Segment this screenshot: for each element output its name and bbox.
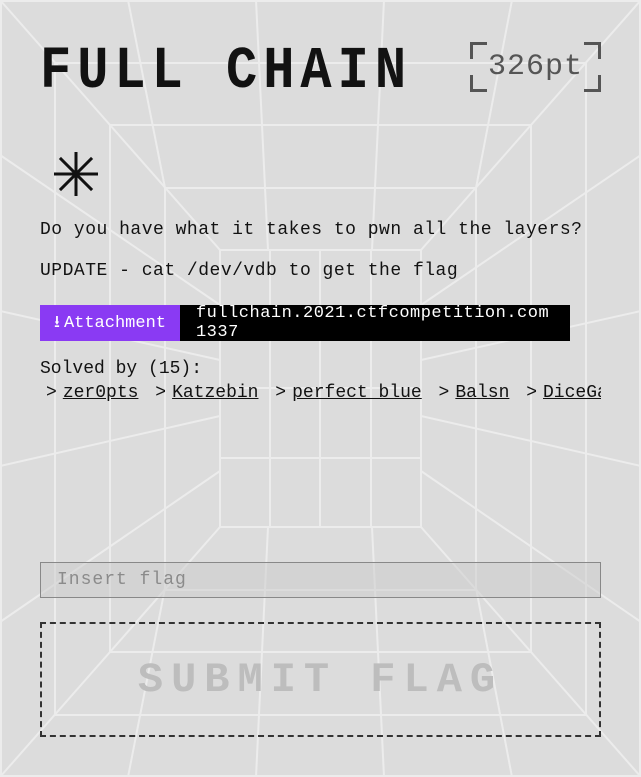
- solver-link[interactable]: DiceGang: [543, 383, 601, 403]
- solver-link[interactable]: zer0pts: [63, 383, 139, 403]
- chevron-right-icon: >: [46, 383, 57, 403]
- sparkle-icon: [54, 152, 601, 196]
- solver-link[interactable]: perfect blue: [292, 383, 422, 403]
- chevron-right-icon: >: [526, 383, 537, 403]
- download-icon: ⭳: [54, 309, 60, 338]
- flag-input[interactable]: [40, 562, 601, 598]
- points-value: 326pt: [488, 50, 583, 84]
- solvers-scroll[interactable]: >zer0pts >Katzebin >perfect blue >Balsn …: [40, 383, 601, 409]
- attachment-button[interactable]: ⭳ Attachment: [40, 305, 180, 341]
- solver-link[interactable]: Balsn: [455, 383, 509, 403]
- submit-flag-button[interactable]: SUBMIT FLAG: [40, 622, 601, 737]
- flag-form: SUBMIT FLAG: [40, 562, 601, 737]
- chevron-right-icon: >: [155, 383, 166, 403]
- chevron-right-icon: >: [275, 383, 286, 403]
- header-row: FULL CHAIN 326pt: [40, 42, 601, 94]
- solvers-list: >zer0pts >Katzebin >perfect blue >Balsn …: [40, 383, 601, 403]
- challenge-update: UPDATE - cat /dev/vdb to get the flag: [40, 261, 601, 281]
- solved-by-label: Solved by (15):: [40, 359, 601, 379]
- points-badge: 326pt: [470, 42, 601, 92]
- challenge-description: Do you have what it takes to pwn all the…: [40, 218, 601, 243]
- challenge-panel: FULL CHAIN 326pt Do you have what it tak…: [0, 0, 641, 777]
- chevron-right-icon: >: [439, 383, 450, 403]
- challenge-title: FULL CHAIN: [40, 42, 412, 102]
- attachment-button-label: Attachment: [64, 314, 166, 333]
- attachment-row: ⭳ Attachment fullchain.2021.ctfcompetiti…: [40, 305, 570, 341]
- challenge-host: fullchain.2021.ctfcompetition.com 1337: [180, 305, 570, 341]
- solver-link[interactable]: Katzebin: [172, 383, 258, 403]
